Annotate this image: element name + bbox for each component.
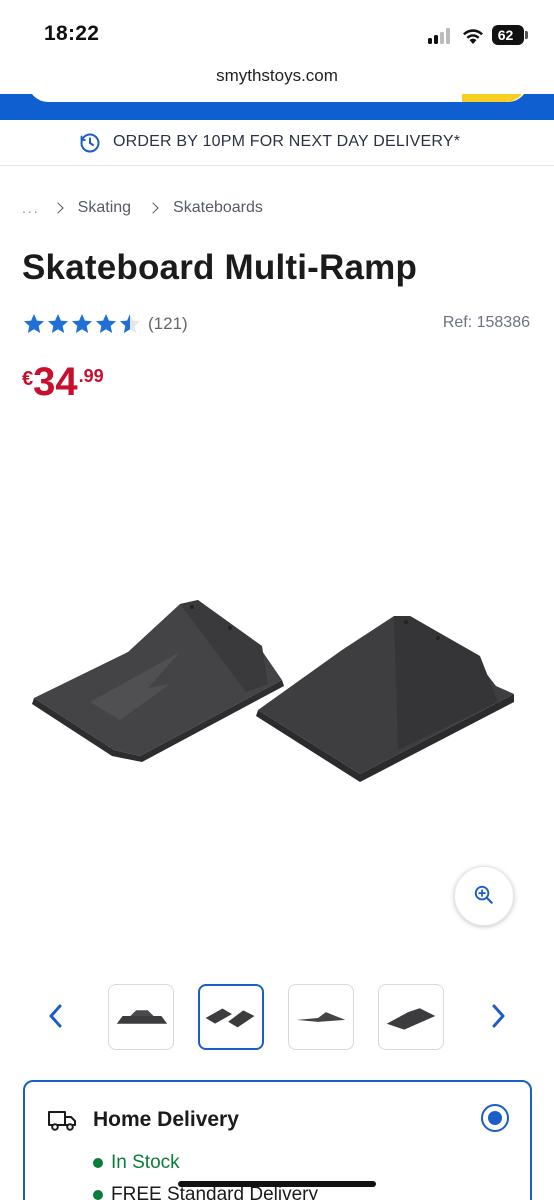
truck-icon — [48, 1111, 76, 1131]
site-header — [0, 94, 554, 120]
chevron-left-icon[interactable] — [44, 1002, 68, 1030]
delivery-banner: ORDER BY 10PM FOR NEXT DAY DELIVERY* — [0, 120, 554, 166]
delivery-radio[interactable] — [481, 1104, 509, 1132]
breadcrumb-item-skating[interactable]: Skating — [78, 199, 131, 217]
price-whole: 34 — [33, 360, 78, 404]
battery-level: 62 — [497, 27, 514, 43]
status-dot — [93, 1190, 103, 1200]
status-time: 18:22 — [44, 22, 100, 45]
clock-icon — [80, 133, 100, 153]
product-reference: Ref: 158386 — [442, 314, 530, 331]
thumbnail-image — [116, 1010, 168, 1024]
breadcrumb: ... Skating Skateboards — [22, 196, 281, 220]
product-image[interactable] — [20, 560, 534, 820]
zoom-button[interactable] — [454, 866, 514, 926]
rating-count[interactable]: (121) — [148, 314, 188, 334]
breadcrumb-ellipsis[interactable]: ... — [22, 200, 40, 216]
thumbnail-image — [205, 1008, 255, 1028]
zoom-in-icon — [474, 885, 493, 904]
stock-text: In Stock — [111, 1152, 180, 1173]
star-icon — [48, 314, 68, 333]
price-cents: .99 — [78, 366, 104, 386]
price-currency: € — [22, 368, 34, 390]
wifi-icon — [463, 29, 483, 44]
half-star-icon — [120, 314, 140, 333]
left-ramp-graphic — [32, 600, 284, 762]
search-button[interactable] — [462, 94, 526, 102]
thumbnail-2[interactable] — [198, 984, 264, 1050]
search-bar[interactable] — [28, 94, 528, 102]
cellular-signal-icon — [428, 28, 454, 44]
address-bar[interactable]: smythstoys.com — [0, 62, 554, 94]
star-icon — [96, 314, 116, 333]
chevron-right-icon — [147, 202, 159, 214]
delivery-title: Home Delivery — [93, 1108, 239, 1131]
thumbnail-image — [386, 1008, 436, 1030]
banner-text: ORDER BY 10PM FOR NEXT DAY DELIVERY* — [113, 133, 461, 150]
chevron-right-icon[interactable] — [486, 1002, 510, 1030]
thumbnail-1[interactable] — [108, 984, 174, 1050]
thumbnail-4[interactable] — [378, 984, 444, 1050]
product-title: Skateboard Multi-Ramp — [22, 248, 418, 287]
status-dot — [93, 1158, 103, 1168]
thumbnail-image — [296, 1012, 346, 1022]
star-icon — [72, 314, 92, 333]
status-bar: 18:22 62 — [0, 0, 554, 62]
image-thumbnails — [0, 982, 554, 1052]
star-icon — [24, 314, 44, 333]
stock-status: In Stock — [93, 1152, 180, 1174]
chevron-right-icon — [52, 202, 64, 214]
product-price: € 34 .99 — [22, 362, 104, 402]
home-indicator — [178, 1181, 376, 1187]
right-ramp-graphic — [256, 616, 514, 782]
thumbnail-3[interactable] — [288, 984, 354, 1050]
url-text[interactable]: smythstoys.com — [0, 66, 554, 86]
product-rating[interactable]: (121) — [22, 310, 188, 338]
battery-icon: 62 — [492, 25, 524, 45]
breadcrumb-item-skateboards[interactable]: Skateboards — [173, 199, 263, 217]
